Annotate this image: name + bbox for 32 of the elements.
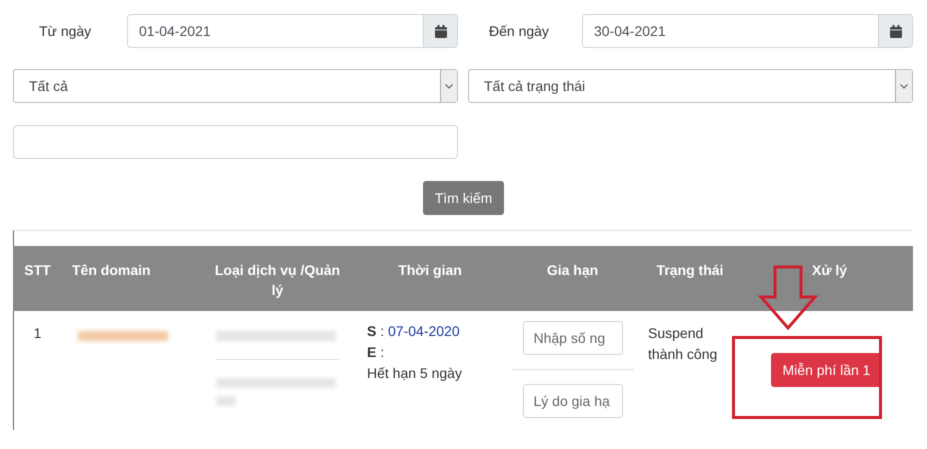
calendar-icon xyxy=(434,24,446,38)
column-header: Trạng thái xyxy=(640,246,740,311)
calendar-button[interactable] xyxy=(878,15,912,47)
separator: : xyxy=(380,344,384,360)
to-date-label: Đến ngày xyxy=(488,23,550,39)
column-header: Tên domain xyxy=(62,246,200,311)
days-field[interactable]: Nhập số ng xyxy=(522,321,622,355)
row-number: 1 xyxy=(34,325,42,341)
column-header: Thời gian xyxy=(355,246,505,311)
reason-field[interactable]: Lý do gia hạ xyxy=(522,384,622,418)
blurred-text xyxy=(216,396,236,406)
remaining-time: Hết hạn 5 ngày xyxy=(367,365,462,381)
separator: : xyxy=(380,323,384,339)
search-button[interactable]: Tìm kiếm xyxy=(422,181,504,215)
column-header: STT xyxy=(13,246,62,311)
calendar-button[interactable] xyxy=(423,15,457,47)
chevron-down-icon xyxy=(445,84,453,88)
from-date-label: Từ ngày xyxy=(38,23,92,39)
calendar-icon xyxy=(890,24,902,38)
chevron-down-icon xyxy=(900,84,908,88)
column-header: Loại dịch vụ /Quản lý xyxy=(200,246,355,311)
status-text: Suspend thành công xyxy=(648,325,718,362)
start-date: 07-04-2020 xyxy=(388,323,460,339)
status-select[interactable]: Tất cả trạng thái xyxy=(468,69,913,103)
from-date-field[interactable]: 01-04-2021 xyxy=(127,14,458,48)
column-header: Xử lý xyxy=(740,246,913,311)
column-header: Gia hạn xyxy=(505,246,640,311)
end-label: E xyxy=(367,344,376,360)
service-type-select[interactable]: Tất cả xyxy=(13,69,458,103)
to-date-field[interactable]: 30-04-2021 xyxy=(582,14,913,48)
keyword-field[interactable] xyxy=(13,125,458,159)
start-label: S xyxy=(367,323,376,339)
